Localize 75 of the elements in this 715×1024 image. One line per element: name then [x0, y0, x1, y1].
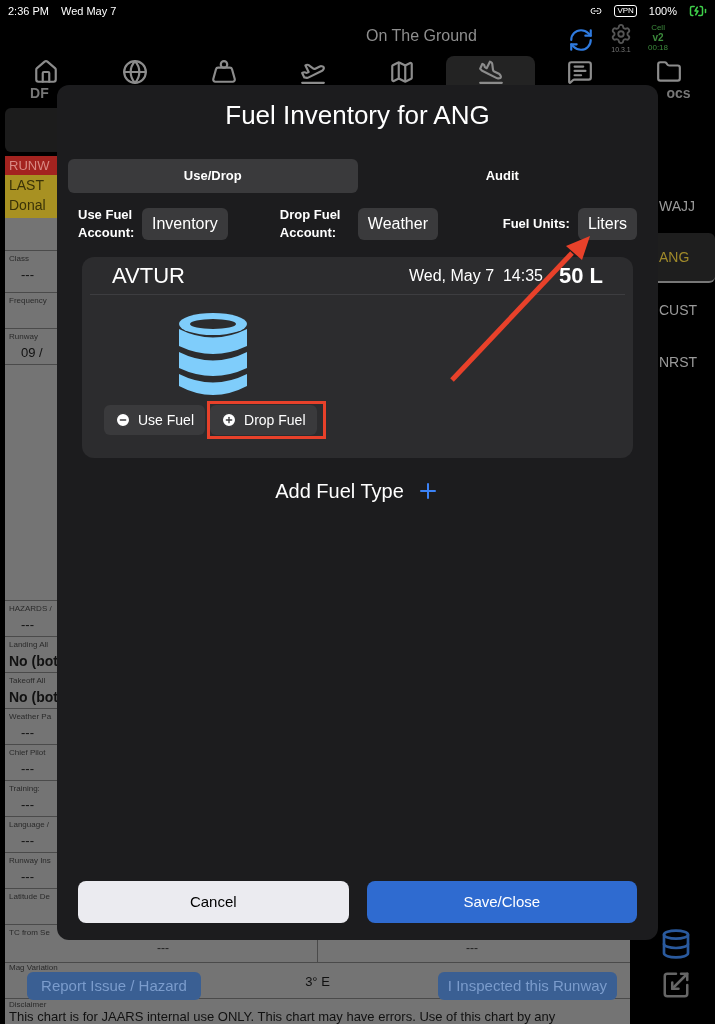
table-cell-text: ---: [465, 940, 479, 957]
notice-text: LAST: [9, 176, 44, 195]
map-icon: [388, 59, 415, 85]
nav-tab[interactable]: DF: [2, 56, 91, 102]
resize-icon[interactable]: [661, 970, 691, 1000]
timer-label: 00:18: [648, 42, 669, 53]
app-version: v2: [652, 32, 664, 43]
field-label: Training:: [9, 783, 40, 795]
link-icon: [590, 5, 603, 17]
fuel-date: Wed, May 7 14:35: [408, 265, 543, 286]
settings-icon[interactable]: [610, 22, 632, 45]
globe-icon: [122, 59, 149, 85]
segment-tab[interactable]: Audit: [357, 159, 647, 193]
field-label: Weather Pa: [9, 711, 52, 723]
field-value: 09 /: [20, 344, 43, 362]
vpn-badge: VPN: [614, 5, 637, 17]
message-icon: [566, 59, 593, 85]
field-value: ---: [20, 868, 34, 886]
units-dropdown[interactable]: Liters: [577, 208, 637, 240]
status-time: 2:36 PM: [8, 3, 49, 19]
page-title: On The Ground: [366, 26, 477, 46]
field-label: TC from Se: [9, 927, 50, 939]
field-label: Takeoff All: [9, 675, 46, 687]
fuel-tank-icon: [178, 312, 248, 398]
airport-list-item[interactable]: ANG: [658, 233, 715, 283]
database-icon[interactable]: [660, 928, 692, 960]
home-icon: [33, 59, 60, 85]
field-label: HAZARDS /: [9, 603, 52, 615]
weight-icon: [211, 59, 238, 85]
field-value: No (bot: [9, 688, 58, 707]
battery-percent: 100%: [648, 3, 677, 19]
field-label: Class: [9, 253, 29, 265]
use-fuel-button[interactable]: Use Fuel: [104, 405, 206, 435]
field-label: Mag Variation: [9, 963, 58, 972]
field-label: Runway: [9, 331, 38, 343]
account-dropdown[interactable]: Weather: [357, 208, 438, 240]
field-label: Drop Fuel Account:: [279, 206, 342, 242]
field-value: ---: [20, 616, 34, 634]
field-value: ---: [20, 796, 34, 814]
nav-tab[interactable]: ocs: [624, 56, 713, 102]
account-dropdown[interactable]: Inventory: [142, 208, 228, 240]
field-label: Fuel Units:: [502, 215, 570, 234]
fuel-amount: 50 L: [558, 262, 603, 290]
airport-list-item[interactable]: WAJJ: [658, 181, 715, 231]
field-label: Latitude De: [9, 891, 50, 903]
drop-fuel-button[interactable]: Drop Fuel: [210, 405, 317, 435]
field-value: 3° E: [305, 973, 330, 991]
network-label: Cell: [651, 22, 665, 33]
notice-text: Donal: [9, 196, 46, 215]
field-label: Frequency: [9, 295, 47, 307]
field-value: ---: [20, 832, 34, 850]
field-value: ---: [20, 266, 34, 284]
field-label: Language /: [9, 819, 50, 831]
dialog-title: Fuel Inventory for ANG: [224, 99, 491, 132]
field-value: ---: [20, 724, 34, 742]
status-date: Wed May 7: [60, 3, 117, 19]
segment-tab[interactable]: Use/Drop: [68, 159, 358, 193]
airport-list-item[interactable]: NRST: [658, 337, 715, 387]
field-value: No (bot: [9, 652, 58, 671]
field-label: Use Fuel Account:: [78, 206, 136, 242]
cancel-button[interactable]: Cancel: [78, 881, 349, 923]
field-label: Disclaimer: [9, 1000, 47, 1010]
airport-list-item[interactable]: CUST: [658, 285, 715, 335]
fuel-type-name: AVTUR: [112, 262, 185, 290]
airplane-landing-icon: [477, 59, 504, 85]
folder-icon: [655, 59, 682, 85]
field-label: Landing All: [9, 639, 49, 651]
minus-icon: [115, 412, 131, 428]
field-value: ---: [20, 760, 34, 778]
add-fuel-type-label: Add Fuel Type: [275, 479, 404, 504]
field-label: Chief Pilot: [9, 747, 46, 759]
disclaimer-text: This chart is for JAARS internal use ONLY. This chart may have errors. Use of this chart by any: [9, 1010, 557, 1024]
plus-icon: [221, 412, 238, 428]
sync-icon[interactable]: [568, 26, 594, 53]
save-close-button[interactable]: Save/Close: [366, 881, 637, 923]
